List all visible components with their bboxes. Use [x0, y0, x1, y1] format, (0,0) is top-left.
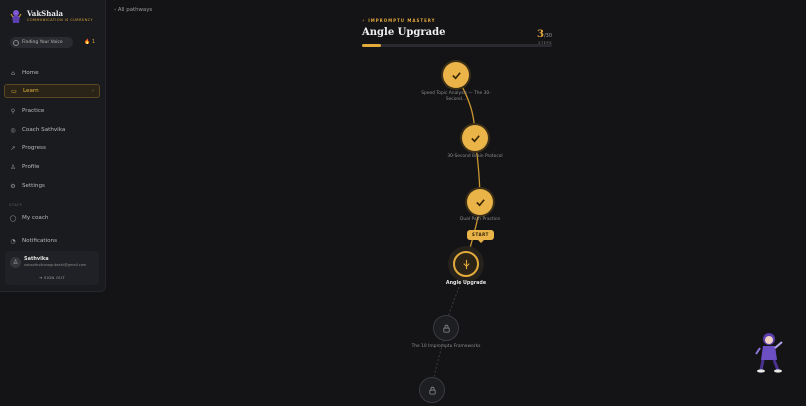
- lesson-node-3[interactable]: [467, 189, 493, 215]
- start-tooltip[interactable]: START: [467, 230, 494, 243]
- mascot-character-icon[interactable]: [754, 330, 788, 374]
- lesson-label-locked-1: The 10 Impromptu Frameworks: [411, 344, 481, 349]
- lesson-node-1[interactable]: [443, 62, 469, 88]
- check-icon: [470, 134, 480, 142]
- lesson-node-2[interactable]: [462, 125, 488, 151]
- lesson-label-3: Dual Path Practice: [459, 217, 501, 222]
- lesson-node-locked-2[interactable]: [419, 377, 445, 403]
- lesson-label-2: 30-Second Brain Protocol: [447, 154, 503, 159]
- lesson-node-locked-1[interactable]: [433, 315, 459, 341]
- lesson-label-1: Speed Topic Analysis — The 30-Second...: [421, 91, 491, 102]
- lesson-node-current[interactable]: [453, 251, 479, 277]
- lesson-type-icon: [462, 259, 470, 269]
- check-icon: [475, 198, 485, 206]
- check-icon: [451, 71, 461, 79]
- lock-icon: [442, 324, 450, 333]
- lesson-label-current: Angle Upgrade: [445, 281, 487, 286]
- pathway-connector: [431, 74, 481, 391]
- lock-icon: [428, 386, 436, 395]
